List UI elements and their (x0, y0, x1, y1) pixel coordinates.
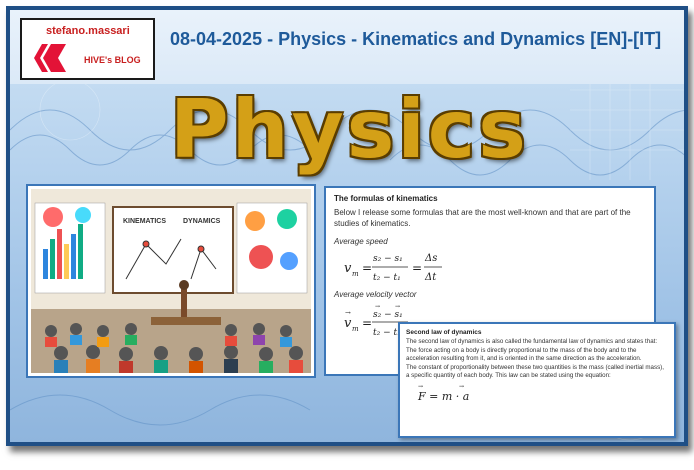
second-law-equation: F = m · a (417, 390, 469, 403)
dynamics-paragraph-2: The force acting on a body is directly p… (406, 346, 642, 363)
speed-lhs-sub: m (352, 270, 359, 278)
velocity-lhs: v (344, 316, 352, 331)
dynamics-paragraph-1: The second law of dynamics is also calle… (406, 338, 658, 345)
blog-logo[interactable]: stefano.massari HIVE's BLOG (20, 18, 155, 80)
average-velocity-label: Average velocity vector (334, 290, 417, 299)
vector-arrow: → (375, 303, 380, 310)
vector-arrow: → (345, 309, 351, 317)
board-label-dynamics: DYNAMICS (183, 218, 221, 225)
post-cover-frame: stefano.massari HIVE's BLOG 08-04-2025 -… (6, 6, 688, 446)
board-label-kinematics: KINEMATICS (123, 218, 166, 225)
speed-denominator: t₂ − t₁ (373, 273, 401, 283)
velocity-denominator: t₂ − t₁ (373, 328, 401, 338)
banner-title: Physics (170, 83, 529, 176)
equals-sign: = (412, 261, 422, 275)
vector-arrow: → (395, 303, 400, 310)
classroom-illustration: KINEMATICS DYNAMICS (28, 186, 314, 376)
dynamics-card: Second law of dynamics The second law of… (398, 322, 676, 438)
vector-arrow: → (459, 383, 464, 390)
logo-blog-label: HIVE's BLOG (84, 55, 141, 65)
speed-numerator-delta: Δs (424, 253, 437, 264)
second-law-formula: → → F = m · a (406, 383, 668, 405)
vector-arrow: → (418, 383, 423, 390)
kinematics-intro: Below I release some formulas that are t… (334, 208, 631, 228)
kinematics-heading: The formulas of kinematics (334, 194, 438, 203)
average-speed-label: Average speed (334, 237, 388, 246)
equals-sign: = (362, 316, 372, 330)
speed-numerator: s₂ − s₁ (373, 254, 403, 264)
logo-username: stefano.massari (46, 25, 130, 37)
hive-logo-icon (34, 44, 66, 72)
classroom-drawing: KINEMATICS DYNAMICS (31, 189, 311, 373)
equals-sign: = (362, 261, 372, 275)
velocity-lhs-sub: m (352, 325, 359, 333)
post-title: 08-04-2025 - Physics - Kinematics and Dy… (170, 29, 662, 49)
speed-denominator-delta: Δt (424, 272, 437, 283)
dynamics-paragraph-3: The constant of proportionality between … (406, 363, 664, 380)
velocity-numerator: s₂ − s₁ (373, 310, 403, 320)
average-speed-formula: v m = s₂ − s₁ t₂ − t₁ = Δs Δt (342, 246, 646, 288)
speed-lhs: v (344, 261, 352, 276)
header: stefano.massari HIVE's BLOG 08-04-2025 -… (10, 10, 684, 84)
dynamics-heading: Second law of dynamics (406, 329, 482, 336)
